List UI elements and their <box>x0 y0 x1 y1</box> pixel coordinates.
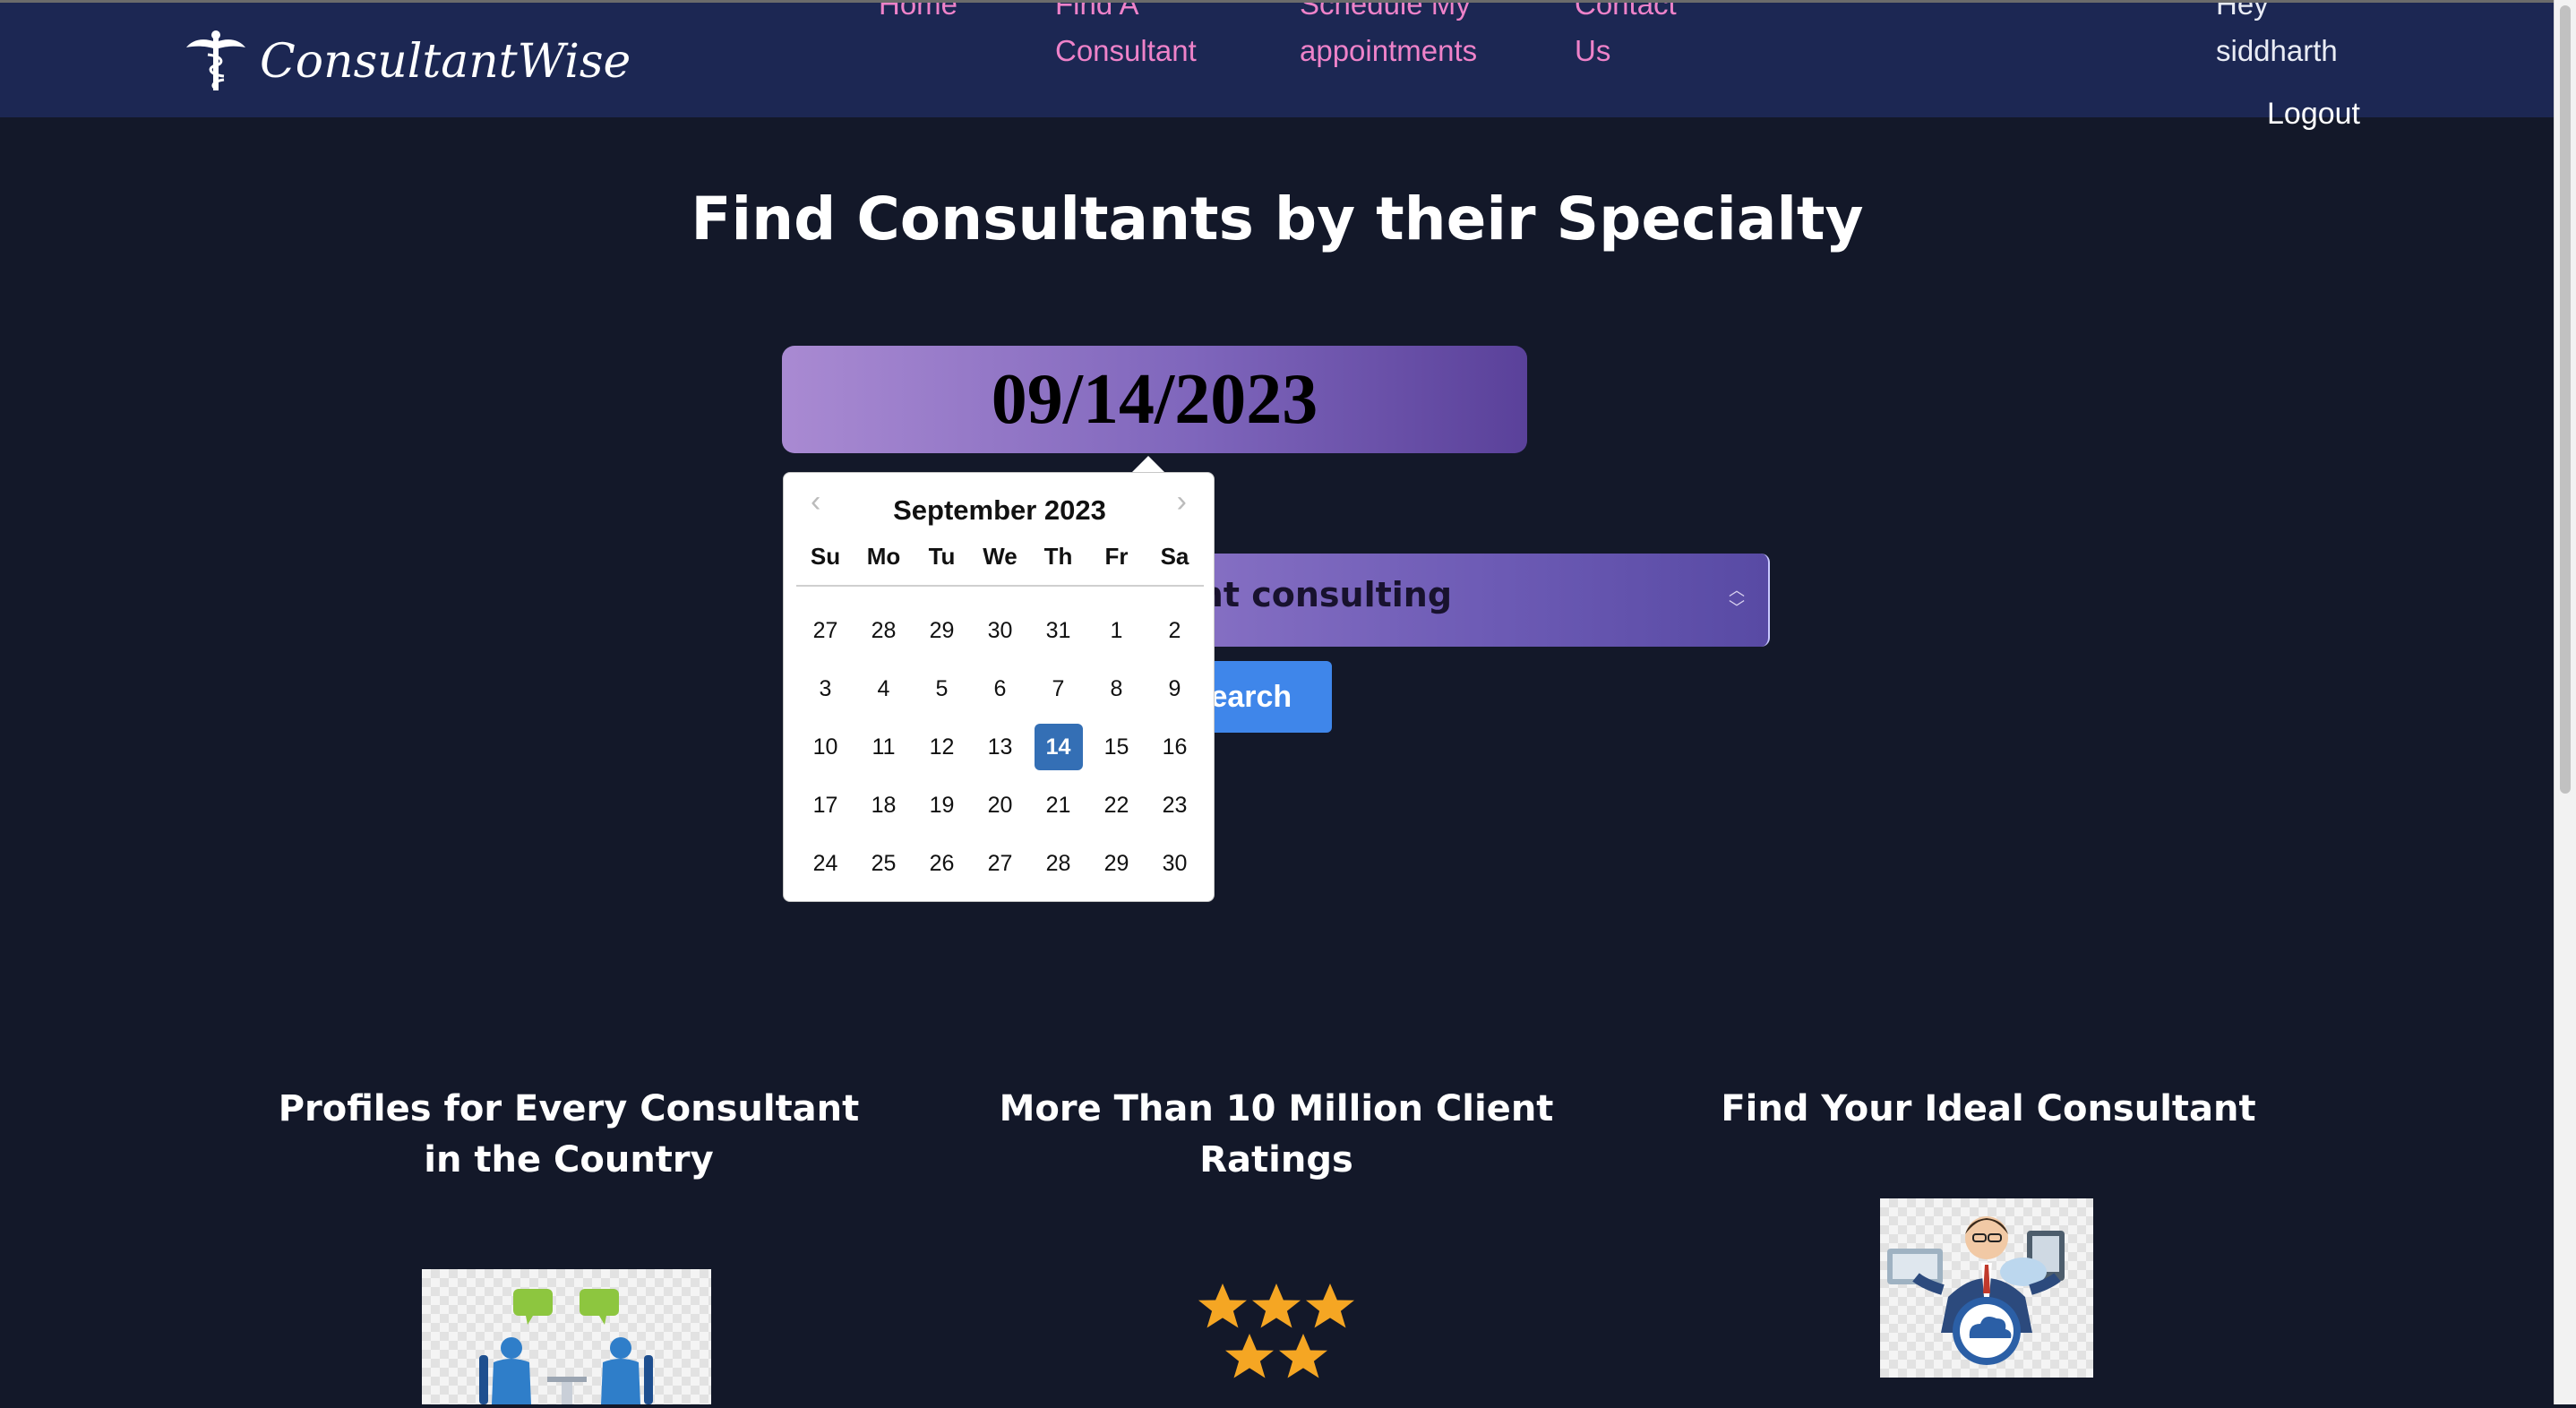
calendar-day[interactable]: 16 <box>1146 724 1204 770</box>
navbar: ConsultantWise Home Find A Consultant Sc… <box>0 3 2555 117</box>
nav-find-line-1: Find A <box>1055 3 1139 21</box>
nav-home-label: Home <box>879 3 958 21</box>
feature-heading-profiles: Profiles for Every Consultant in the Cou… <box>278 1088 860 1180</box>
calendar-day[interactable]: 26 <box>913 840 971 887</box>
calendar-day[interactable]: 6 <box>971 665 1029 712</box>
calendar-day[interactable]: 28 <box>854 607 913 654</box>
chevron-right-icon[interactable]: › <box>1177 484 1187 519</box>
consultant-cloud-image <box>1880 1198 2093 1378</box>
calendar-day[interactable]: 5 <box>913 665 971 712</box>
weekday-label: Su <box>810 543 841 570</box>
calendar-day[interactable]: 19 <box>913 782 971 828</box>
calendar-day[interactable]: 22 <box>1087 782 1146 828</box>
calendar-day[interactable]: 29 <box>1087 840 1146 887</box>
calendar-day-selected[interactable]: 14 <box>1034 724 1083 770</box>
nav-find-line-2: Consultant <box>1055 34 1197 67</box>
calendar-day[interactable]: 30 <box>1146 840 1204 887</box>
calendar-day[interactable]: 9 <box>1146 665 1204 712</box>
user-greeting: Hey siddharth <box>2216 3 2338 74</box>
calendar-day[interactable]: 15 <box>1087 724 1146 770</box>
calendar-day[interactable]: 30 <box>971 607 1029 654</box>
calendar-day[interactable]: 17 <box>796 782 854 828</box>
weekday-label: We <box>983 543 1018 570</box>
logout-link[interactable]: Logout <box>2267 97 2360 132</box>
date-input[interactable]: 09/14/2023 <box>782 346 1527 453</box>
calendar-day[interactable]: 25 <box>854 840 913 887</box>
calendar-day[interactable]: 11 <box>854 724 913 770</box>
scrollbar[interactable] <box>2554 0 2576 1404</box>
nav-schedule-line-1: Schedule My <box>1300 3 1471 21</box>
weekday-label: Sa <box>1160 543 1189 570</box>
weekday-label: Tu <box>928 543 956 570</box>
calendar-day[interactable]: 29 <box>913 607 971 654</box>
caduceus-icon <box>186 30 245 90</box>
calendar-day[interactable]: 21 <box>1029 782 1087 828</box>
nav-contact-line-1: Contact <box>1575 3 1677 21</box>
five-stars-image <box>1196 1279 1357 1385</box>
nav-contact-line-2: Us <box>1575 34 1611 67</box>
calendar-day[interactable]: 10 <box>796 724 854 770</box>
datepicker-month[interactable]: September 2023 <box>784 494 1215 527</box>
calendar-day[interactable]: 4 <box>854 665 913 712</box>
calendar-day[interactable]: 27 <box>971 840 1029 887</box>
greeting-username: siddharth <box>2216 34 2338 67</box>
brand-name: ConsultantWise <box>260 35 631 89</box>
specialty-select[interactable]: ent consulting ︿ ﹀ <box>1146 554 1770 647</box>
datepicker-divider <box>796 585 1204 587</box>
nav-find-consultant[interactable]: Find A Consultant <box>1055 3 1197 74</box>
nav-schedule-line-2: appointments <box>1300 34 1478 67</box>
consultant-meeting-image <box>422 1269 711 1404</box>
cloud-consultant-illustration <box>1887 1216 2065 1365</box>
calendar-week: 17 18 19 20 21 22 23 <box>796 780 1204 838</box>
calendar-day[interactable]: 2 <box>1146 607 1204 654</box>
calendar-day[interactable]: 18 <box>854 782 913 828</box>
calendar-week: 27 28 29 30 31 1 2 <box>796 605 1204 664</box>
nav-home[interactable]: Home <box>879 3 957 28</box>
calendar-day[interactable]: 20 <box>971 782 1029 828</box>
stars-illustration <box>1198 1284 1354 1378</box>
calendar-day[interactable]: 31 <box>1029 607 1087 654</box>
calendar-day[interactable]: 3 <box>796 665 854 712</box>
page-title: Find Consultants by their Specialty <box>691 185 1864 253</box>
weekday-label: Mo <box>866 543 901 570</box>
datepicker-caret <box>1132 456 1164 472</box>
select-arrows-icon: ︿ ﹀ <box>1729 581 1745 618</box>
weekday-label: Th <box>1043 543 1073 570</box>
weekday-label: Fr <box>1104 543 1129 570</box>
nav-schedule-appointments[interactable]: Schedule My appointments <box>1300 3 1477 74</box>
calendar-day[interactable]: 13 <box>971 724 1029 770</box>
calendar-day[interactable]: 1 <box>1087 607 1146 654</box>
calendar-day[interactable]: 8 <box>1087 665 1146 712</box>
calendar-day[interactable]: 27 <box>796 607 854 654</box>
meeting-illustration <box>479 1289 653 1404</box>
calendar-day[interactable]: 28 <box>1029 840 1087 887</box>
calendar-day[interactable]: 23 <box>1146 782 1204 828</box>
calendar-grid: 27 28 29 30 31 1 2 3 4 5 6 7 8 9 10 11 12 13 14 15 16 17 18 19 2… <box>796 605 1204 897</box>
calendar-day[interactable]: 7 <box>1029 665 1087 712</box>
calendar-week: 10 11 12 13 14 15 16 <box>796 722 1204 780</box>
weekday-header: Su Mo Tu We Th Fr Sa <box>796 543 1204 570</box>
greeting-line-1: Hey <box>2216 3 2269 21</box>
calendar-week: 3456789 <box>796 664 1204 722</box>
calendar-day[interactable]: 12 <box>913 724 971 770</box>
calendar-week: 24 25 26 27 28 29 30 <box>796 838 1204 897</box>
datepicker-popup: ‹ September 2023 › Su Mo Tu We Th Fr Sa 27 28 29… <box>783 472 1215 902</box>
calendar-day[interactable]: 24 <box>796 840 854 887</box>
specialty-select-value: ent consulting <box>1176 575 1453 614</box>
feature-heading-ideal: Find Your Ideal Consultant <box>1721 1088 2256 1129</box>
feature-heading-ratings: More Than 10 Million Client Ratings <box>999 1088 1554 1180</box>
scrollbar-thumb[interactable] <box>2560 5 2571 794</box>
nav-contact-us[interactable]: Contact Us <box>1575 3 1677 74</box>
brand-logo[interactable]: ConsultantWise <box>185 26 631 98</box>
